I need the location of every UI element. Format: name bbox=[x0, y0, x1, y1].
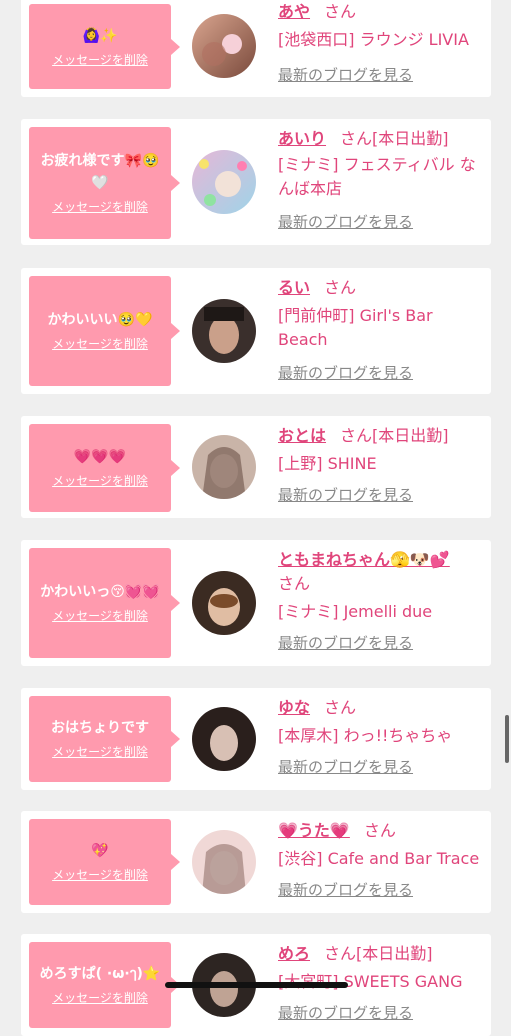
list-item: 💗💗💗 メッセージを削除 おとは さん[本日出勤] [上野] SHINE 最新のブ… bbox=[21, 416, 491, 518]
scrollbar[interactable] bbox=[505, 715, 509, 763]
message-text: 💗💗💗 bbox=[73, 449, 127, 465]
honorific: さん bbox=[340, 129, 373, 148]
delete-message-link[interactable]: メッセージを削除 bbox=[52, 335, 148, 353]
latest-blog-link[interactable]: 最新のブログを見る bbox=[278, 211, 483, 233]
latest-blog-link[interactable]: 最新のブログを見る bbox=[278, 879, 483, 901]
message-bubble: めろすぱ( ·ω·ๅ)⭐ メッセージを削除 bbox=[29, 942, 180, 1028]
shop-name: [門前仲町] Girl's Bar Beach bbox=[278, 306, 433, 349]
list-item: かわいいい🥹💛 メッセージを削除 るい さん [門前仲町] Girl's Bar … bbox=[21, 268, 491, 394]
cast-info: あいり さん[本日出勤] [ミナミ] フェスティバル なんば本店 最新のブログを見… bbox=[278, 127, 483, 233]
cast-name-link[interactable]: おとは bbox=[278, 426, 326, 445]
message-text: 💖 bbox=[91, 843, 109, 859]
avatar-image bbox=[192, 150, 256, 214]
honorific: さん bbox=[324, 278, 357, 297]
avatar-image bbox=[192, 707, 256, 771]
attendance-badge: [本日出勤] bbox=[356, 944, 433, 963]
latest-blog-link[interactable]: 最新のブログを見る bbox=[278, 362, 483, 384]
latest-blog-link[interactable]: 最新のブログを見る bbox=[278, 632, 483, 654]
cast-name-link[interactable]: るい bbox=[278, 278, 310, 297]
message-bubble: かわいいっ😚💓💓 メッセージを削除 bbox=[29, 548, 180, 658]
honorific: さん bbox=[278, 574, 311, 593]
shop-name: [本厚木] わっ!!ちゃちゃ bbox=[278, 726, 453, 745]
list-item: お疲れ様です🎀🥹🤍 メッセージを削除 あいり さん[本日出勤] [ミナミ] フェス… bbox=[21, 119, 491, 245]
delete-message-link[interactable]: メッセージを削除 bbox=[52, 743, 148, 761]
list-item: 🙆‍♀️✨ メッセージを削除 あや さん [池袋西口] ラウンジ LIVIA 最新… bbox=[21, 0, 491, 97]
cast-info: ゆな さん [本厚木] わっ!!ちゃちゃ 最新のブログを見る bbox=[278, 696, 483, 778]
message-text: おはちょりです bbox=[51, 720, 149, 736]
honorific: さん bbox=[324, 2, 357, 21]
cast-name-link[interactable]: めろ bbox=[278, 944, 310, 963]
latest-blog-link[interactable]: 最新のブログを見る bbox=[278, 756, 483, 778]
avatar-image bbox=[192, 571, 256, 635]
avatar-image bbox=[192, 830, 256, 894]
cast-name-link[interactable]: あいり bbox=[278, 129, 326, 148]
cast-info: 💗うた💗 さん [渋谷] Cafe and Bar Trace 最新のブログを見る bbox=[278, 819, 483, 901]
message-bubble: かわいいい🥹💛 メッセージを削除 bbox=[29, 276, 180, 386]
avatar[interactable] bbox=[192, 299, 256, 363]
message-text: めろすぱ( ·ω·ๅ)⭐ bbox=[39, 966, 161, 982]
avatar-image bbox=[192, 299, 256, 363]
cast-name-link[interactable]: ともまねちゃん🫣🐶💕 bbox=[278, 550, 450, 569]
cast-info: あや さん [池袋西口] ラウンジ LIVIA 最新のブログを見る bbox=[278, 0, 483, 86]
delete-message-link[interactable]: メッセージを削除 bbox=[52, 607, 148, 625]
avatar-image bbox=[192, 435, 256, 499]
cast-name-link[interactable]: あや bbox=[278, 2, 310, 21]
list-item: かわいいっ😚💓💓 メッセージを削除 ともまねちゃん🫣🐶💕 さん [ミナミ] Je… bbox=[21, 540, 491, 666]
message-bubble: 🙆‍♀️✨ メッセージを削除 bbox=[29, 4, 180, 89]
avatar[interactable] bbox=[192, 571, 256, 635]
cast-info: おとは さん[本日出勤] [上野] SHINE 最新のブログを見る bbox=[278, 424, 483, 506]
message-bubble: おはちょりです メッセージを削除 bbox=[29, 696, 180, 782]
honorific: さん bbox=[324, 698, 357, 717]
avatar[interactable] bbox=[192, 707, 256, 771]
cast-name-link[interactable]: 💗うた💗 bbox=[278, 821, 350, 840]
avatar-image bbox=[192, 14, 256, 78]
cast-name-link[interactable]: ゆな bbox=[278, 698, 310, 717]
message-text: かわいいい🥹💛 bbox=[47, 312, 153, 328]
avatar[interactable] bbox=[192, 435, 256, 499]
delete-message-link[interactable]: メッセージを削除 bbox=[52, 866, 148, 884]
avatar[interactable] bbox=[192, 150, 256, 214]
message-text: お疲れ様です🎀🥹🤍 bbox=[40, 153, 160, 191]
shop-name: [ミナミ] Jemelli due bbox=[278, 602, 433, 621]
latest-blog-link[interactable]: 最新のブログを見る bbox=[278, 1002, 483, 1024]
honorific: さん bbox=[324, 944, 357, 963]
delete-message-link[interactable]: メッセージを削除 bbox=[52, 989, 148, 1007]
shop-name: [渋谷] Cafe and Bar Trace bbox=[278, 849, 480, 868]
latest-blog-link[interactable]: 最新のブログを見る bbox=[278, 64, 483, 86]
delete-message-link[interactable]: メッセージを削除 bbox=[52, 51, 148, 69]
honorific: さん bbox=[363, 821, 396, 840]
message-bubble: 💖 メッセージを削除 bbox=[29, 819, 180, 905]
shop-name: [池袋西口] ラウンジ LIVIA bbox=[278, 30, 469, 49]
list-item: おはちょりです メッセージを削除 ゆな さん [本厚木] わっ!!ちゃちゃ 最新の… bbox=[21, 688, 491, 790]
cast-info: ともまねちゃん🫣🐶💕 さん [ミナミ] Jemelli due 最新のブログを見… bbox=[278, 548, 483, 654]
shop-name: [ミナミ] フェスティバル なんば本店 bbox=[278, 155, 476, 198]
message-bubble: 💗💗💗 メッセージを削除 bbox=[29, 424, 180, 512]
message-bubble: お疲れ様です🎀🥹🤍 メッセージを削除 bbox=[29, 127, 180, 239]
message-text: 🙆‍♀️✨ bbox=[82, 27, 118, 44]
delete-message-link[interactable]: メッセージを削除 bbox=[52, 198, 148, 216]
attendance-badge: [本日出勤] bbox=[372, 426, 449, 445]
cast-info: るい さん [門前仲町] Girl's Bar Beach 最新のブログを見る bbox=[278, 276, 483, 384]
list-item: 💖 メッセージを削除 💗うた💗 さん [渋谷] Cafe and Bar Trac… bbox=[21, 811, 491, 913]
latest-blog-link[interactable]: 最新のブログを見る bbox=[278, 484, 483, 506]
honorific: さん bbox=[340, 426, 373, 445]
home-indicator[interactable] bbox=[165, 982, 348, 988]
avatar[interactable] bbox=[192, 830, 256, 894]
avatar[interactable] bbox=[192, 14, 256, 78]
message-text: かわいいっ😚💓💓 bbox=[40, 584, 160, 600]
attendance-badge: [本日出勤] bbox=[372, 129, 449, 148]
shop-name: [上野] SHINE bbox=[278, 454, 377, 473]
delete-message-link[interactable]: メッセージを削除 bbox=[52, 472, 148, 490]
